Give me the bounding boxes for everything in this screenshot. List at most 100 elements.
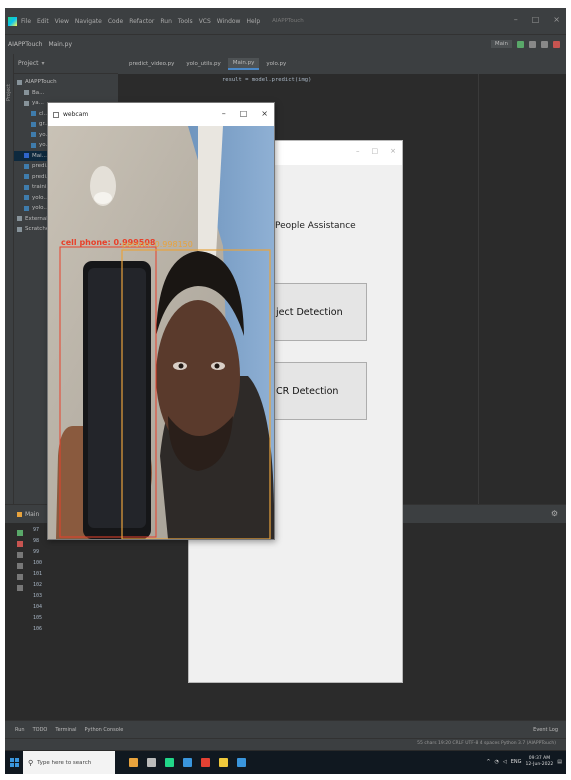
clock[interactable]: 09:37 AM 12-Jun-2022 <box>526 756 554 768</box>
tree-item-label: Ba... <box>32 89 45 96</box>
python-file-icon <box>24 153 29 159</box>
start-button[interactable] <box>5 751 23 774</box>
project-panel-title: Project <box>18 60 39 67</box>
python-console-tool-tab[interactable]: Python Console <box>85 727 124 733</box>
task-view-icon[interactable] <box>147 758 156 767</box>
minimize-button[interactable]: – <box>514 15 518 24</box>
python-file-icon <box>31 111 36 117</box>
pycharm-icon <box>8 16 17 26</box>
stop-run-icon[interactable] <box>17 541 23 547</box>
chrome-icon[interactable] <box>201 758 210 767</box>
console-output[interactable]: 97 98 99 100 101 102 103 104 105 106 <box>33 527 42 637</box>
code-line[interactable]: result = model.predict(img) <box>222 77 311 83</box>
app-close-button[interactable]: × <box>390 147 396 155</box>
menu-navigate[interactable]: Navigate <box>75 18 102 25</box>
person-label: person: 0.998150 <box>122 240 193 249</box>
object-detection-button[interactable]: ject Detection <box>261 283 367 341</box>
chevron-down-icon[interactable]: ▾ <box>42 60 45 67</box>
menu-file[interactable]: File <box>21 18 31 25</box>
tree-item[interactable]: Ba... <box>14 88 118 99</box>
trash-icon[interactable] <box>17 585 23 591</box>
menu-window[interactable]: Window <box>217 18 241 25</box>
ide-window-controls: – □ × <box>514 15 560 24</box>
editor-tab[interactable]: predict_video.py <box>124 59 179 69</box>
pin-icon[interactable] <box>17 552 23 558</box>
project-tool-tab[interactable]: Project <box>6 84 12 101</box>
right-margin-guide <box>478 74 479 504</box>
webcam-maximize-button[interactable]: □ <box>240 109 248 118</box>
menu-code[interactable]: Code <box>108 18 123 25</box>
maximize-button[interactable]: □ <box>532 15 540 24</box>
menu-vcs[interactable]: VCS <box>199 18 211 25</box>
layout-icon[interactable] <box>17 563 23 569</box>
editor-tab[interactable]: Main.py <box>227 58 260 70</box>
console-line: 100 <box>33 560 43 566</box>
gear-icon[interactable]: ⚙ <box>551 509 558 518</box>
console-line: 102 <box>33 582 43 588</box>
search-placeholder: Type here to search <box>37 759 92 766</box>
run-icon[interactable] <box>517 40 524 48</box>
folder-icon <box>17 226 22 232</box>
rerun-icon[interactable] <box>17 530 23 536</box>
editor-tab[interactable]: yolo_utils.py <box>181 59 225 69</box>
console-line: 98 <box>33 538 40 544</box>
run-tab[interactable]: Main <box>17 511 39 518</box>
debug-icon[interactable] <box>529 40 536 48</box>
webcam-titlebar[interactable]: webcam – □ × <box>48 103 274 126</box>
console-line: 103 <box>33 593 43 599</box>
system-tray: ^ ◔ ◁ ENG 09:37 AM 12-Jun-2022 ▤ <box>486 756 562 768</box>
app-heading-label: People Assistance <box>275 221 356 231</box>
breadcrumb-project[interactable]: AIAPPTouch <box>8 41 42 48</box>
webcam-close-button[interactable]: × <box>261 109 268 118</box>
chevron-up-icon[interactable]: ^ <box>486 759 490 765</box>
windows-taskbar: ⚲ Type here to search ^ ◔ ◁ ENG 09:37 AM… <box>5 751 566 774</box>
breadcrumb-file[interactable]: Main.py <box>48 41 72 48</box>
menu-tools[interactable]: Tools <box>178 18 193 25</box>
pycharm-icon[interactable] <box>165 758 174 767</box>
people-icon[interactable] <box>129 758 138 767</box>
editor-tab[interactable]: yolo.py <box>261 59 291 69</box>
language-indicator[interactable]: ENG <box>511 759 522 765</box>
menu-view[interactable]: View <box>55 18 69 25</box>
close-button[interactable]: × <box>553 15 560 24</box>
menu-run[interactable]: Run <box>160 18 172 25</box>
notification-icon[interactable]: ▤ <box>557 759 562 765</box>
menu-edit[interactable]: Edit <box>37 18 49 25</box>
window-icon <box>53 111 59 118</box>
todo-tool-tab[interactable]: TODO <box>33 727 48 733</box>
webcam-frame: cell phone: 0.999508 person: 0.998150 <box>48 126 274 539</box>
event-log-tab[interactable]: Event Log <box>533 727 558 733</box>
python-file-icon <box>24 205 29 211</box>
store-icon[interactable] <box>237 758 246 767</box>
app-maximize-button[interactable]: □ <box>372 147 379 155</box>
print-icon[interactable] <box>17 574 23 580</box>
webcam-minimize-button[interactable]: – <box>222 109 226 118</box>
project-panel-header[interactable]: Project ▾ <box>14 54 118 74</box>
console-line: 97 <box>33 527 40 533</box>
console-line: 99 <box>33 549 40 555</box>
taskbar-search[interactable]: ⚲ Type here to search <box>23 751 115 774</box>
menu-refactor[interactable]: Refactor <box>129 18 154 25</box>
coverage-icon[interactable] <box>541 40 548 48</box>
run-config-select[interactable]: Main <box>490 40 512 48</box>
python-file-icon <box>31 132 36 138</box>
console-line: 106 <box>33 626 43 632</box>
stop-icon[interactable] <box>553 40 560 48</box>
menu-help[interactable]: Help <box>246 18 260 25</box>
tree-item[interactable]: AIAPPTouch <box>14 77 118 88</box>
network-icon[interactable]: ◔ <box>495 759 499 765</box>
volume-icon[interactable]: ◁ <box>503 759 507 765</box>
webcam-image: cell phone: 0.999508 person: 0.998150 <box>48 126 274 539</box>
python-file-icon <box>24 184 29 190</box>
explorer-icon[interactable] <box>219 758 228 767</box>
python-file-icon <box>17 511 22 517</box>
ocr-detection-button[interactable]: CR Detection <box>261 362 367 420</box>
windows-logo-icon <box>9 758 19 767</box>
console-line: 105 <box>33 615 43 621</box>
run-tool-tab[interactable]: Run <box>15 727 25 733</box>
run-tab-label: Main <box>25 510 40 518</box>
edge-icon[interactable] <box>183 758 192 767</box>
app-minimize-button[interactable]: – <box>356 147 360 155</box>
taskbar-apps <box>129 758 246 767</box>
terminal-tool-tab[interactable]: Terminal <box>55 727 76 733</box>
